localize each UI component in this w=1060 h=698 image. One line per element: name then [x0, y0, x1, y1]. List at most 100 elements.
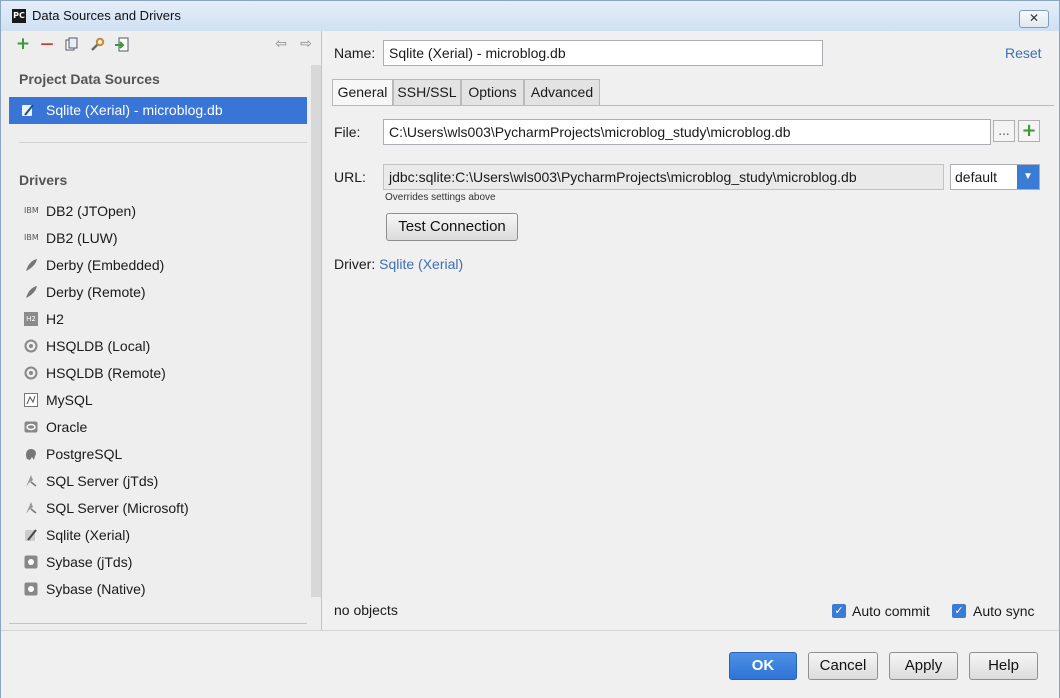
sidebar-bottom-divider [9, 623, 307, 624]
sqlite-icon [21, 103, 35, 117]
driver-item-sybase-native[interactable]: Sybase (Native) [9, 576, 307, 603]
add-file-button[interactable]: + [1018, 120, 1040, 142]
browse-button[interactable]: ... [993, 120, 1015, 142]
h2-icon: H2 [24, 312, 38, 326]
sybase-icon [24, 582, 38, 596]
driver-field-label: Driver: [334, 256, 376, 272]
driver-item-db2-luw[interactable]: IBM DB2 (LUW) [9, 225, 307, 252]
back-arrow-icon[interactable]: ⇦ [273, 37, 289, 53]
driver-label: H2 [46, 311, 64, 327]
sybase-icon [24, 555, 38, 569]
sqlite-icon [24, 528, 38, 542]
driver-label: Oracle [46, 419, 88, 435]
tab-ssh-ssl[interactable]: SSH/SSL [393, 79, 461, 105]
oracle-icon [24, 420, 38, 434]
test-connection-button[interactable]: Test Connection [386, 213, 518, 241]
reset-link[interactable]: Reset [1005, 45, 1042, 61]
driver-item-hsqldb-local[interactable]: HSQLDB (Local) [9, 333, 307, 360]
add-icon[interactable]: + [15, 36, 31, 53]
auto-sync-label: Auto sync [973, 603, 1035, 619]
sqlserver-icon [24, 501, 38, 515]
close-button[interactable]: ✕ [1019, 10, 1049, 28]
apply-button[interactable]: Apply [889, 652, 958, 680]
ibm-icon: IBM [24, 233, 39, 242]
wrench-icon[interactable] [89, 37, 105, 53]
pycharm-icon: PC [12, 9, 26, 23]
sidebar-divider [19, 142, 307, 143]
driver-label: SQL Server (jTds) [46, 473, 159, 489]
url-label: URL: [334, 169, 366, 185]
tab-general[interactable]: General [332, 79, 393, 106]
driver-item-sql-server-microsoft[interactable]: SQL Server (Microsoft) [9, 495, 307, 522]
driver-label: HSQLDB (Local) [46, 338, 151, 354]
driver-label: DB2 (LUW) [46, 230, 118, 246]
url-hint: Overrides settings above [385, 192, 496, 203]
driver-label: Sybase (Native) [46, 581, 146, 597]
url-mode-value: default [955, 169, 998, 185]
sqlserver-icon [24, 474, 38, 488]
file-path-input[interactable]: C:\Users\wls003\PycharmProjects\microblo… [383, 119, 991, 145]
dialog-window: PC Data Sources and Drivers ✕ + — ⇦ ⇨ Pr… [0, 0, 1060, 698]
sidebar-scrollbar[interactable] [311, 65, 321, 597]
driver-label: DB2 (JTOpen) [46, 203, 136, 219]
ok-button[interactable]: OK [729, 652, 797, 680]
drivers-header: Drivers [19, 172, 68, 188]
cancel-button[interactable]: Cancel [808, 652, 878, 680]
feather-icon [24, 258, 38, 272]
driver-item-sql-server-jtds[interactable]: SQL Server (jTds) [9, 468, 307, 495]
ibm-icon: IBM [24, 206, 39, 215]
mysql-icon [24, 393, 38, 407]
driver-item-sybase-jtds[interactable]: Sybase (jTds) [9, 549, 307, 576]
driver-label: Derby (Embedded) [46, 257, 165, 273]
project-data-sources-header: Project Data Sources [19, 71, 160, 87]
driver-item-derby-embedded[interactable]: Derby (Embedded) [9, 252, 307, 279]
driver-item-mysql[interactable]: MySQL [9, 387, 307, 414]
auto-commit-label: Auto commit [852, 603, 930, 619]
driver-item-sqlite-xerial[interactable]: Sqlite (Xerial) [9, 522, 307, 549]
driver-label: MySQL [46, 392, 93, 408]
import-icon[interactable] [114, 37, 130, 53]
driver-label: SQL Server (Microsoft) [46, 500, 189, 516]
elephant-icon [24, 447, 38, 461]
forward-arrow-icon[interactable]: ⇨ [298, 37, 314, 53]
driver-label: Sqlite (Xerial) [46, 527, 131, 543]
driver-link[interactable]: Sqlite (Xerial) [379, 256, 463, 272]
driver-item-derby-remote[interactable]: Derby (Remote) [9, 279, 307, 306]
remove-icon[interactable]: — [39, 37, 55, 53]
hsqldb-icon [24, 339, 38, 353]
file-label: File: [334, 124, 361, 140]
window-title: Data Sources and Drivers [32, 8, 181, 23]
tab-underline [332, 105, 1054, 106]
copy-icon[interactable] [64, 37, 80, 53]
auto-sync-checkbox[interactable]: ✓ [952, 604, 966, 618]
project-data-source-label: Sqlite (Xerial) - microblog.db [46, 102, 223, 118]
close-icon: ✕ [1028, 11, 1040, 25]
auto-commit-checkbox[interactable]: ✓ [832, 604, 846, 618]
hsqldb-icon [24, 366, 38, 380]
title-bar: PC Data Sources and Drivers ✕ [1, 1, 1059, 31]
name-label: Name: [334, 45, 376, 61]
dialog-footer: OK Cancel Apply Help [1, 630, 1059, 698]
chevron-down-icon: ▼ [1017, 165, 1039, 189]
driver-item-hsqldb-remote[interactable]: HSQLDB (Remote) [9, 360, 307, 387]
driver-item-oracle[interactable]: Oracle [9, 414, 307, 441]
driver-item-h2[interactable]: H2 H2 [9, 306, 307, 333]
driver-label: PostgreSQL [46, 446, 123, 462]
driver-field: Driver: Sqlite (Xerial) [334, 256, 463, 272]
tab-options[interactable]: Options [461, 79, 524, 105]
right-panel: Name: Sqlite (Xerial) - microblog.db Res… [322, 31, 1059, 630]
status-text: no objects [334, 602, 398, 618]
driver-label: Derby (Remote) [46, 284, 146, 300]
driver-label: HSQLDB (Remote) [46, 365, 166, 381]
project-data-source-item[interactable]: Sqlite (Xerial) - microblog.db [9, 97, 307, 124]
feather-icon [24, 285, 38, 299]
driver-item-postgresql[interactable]: PostgreSQL [9, 441, 307, 468]
url-input[interactable]: jdbc:sqlite:C:\Users\wls003\PycharmProje… [383, 164, 944, 190]
driver-item-db2-jtopen[interactable]: IBM DB2 (JTOpen) [9, 198, 307, 225]
url-mode-select[interactable]: default ▼ [950, 164, 1040, 190]
left-panel: + — ⇦ ⇨ Project Data Sources Sqlite (Xer… [1, 31, 322, 630]
tab-advanced[interactable]: Advanced [524, 79, 600, 105]
driver-label: Sybase (jTds) [46, 554, 133, 570]
help-button[interactable]: Help [969, 652, 1038, 680]
name-input[interactable]: Sqlite (Xerial) - microblog.db [383, 40, 823, 66]
